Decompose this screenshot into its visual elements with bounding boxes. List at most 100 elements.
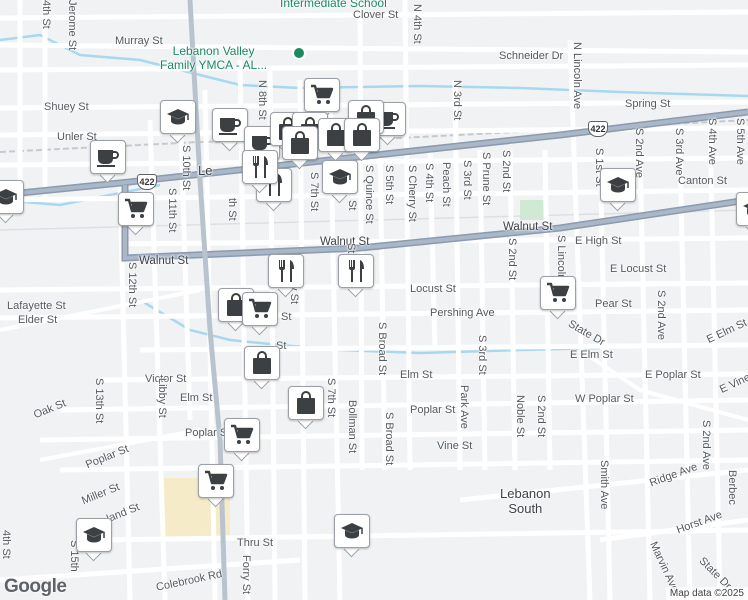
street-label: Park Ave xyxy=(458,385,470,429)
street-label: Elm St xyxy=(400,369,433,381)
shopping-bag-icon xyxy=(251,351,273,375)
shopping-bag-pin[interactable] xyxy=(282,126,318,170)
graduation-cap-pin[interactable] xyxy=(600,168,636,212)
graduation-cap-pin[interactable] xyxy=(76,518,112,562)
street-label: Spring St xyxy=(625,98,671,110)
shopping-cart-icon xyxy=(230,424,254,446)
street-label: Schneider Dr xyxy=(499,50,564,62)
shopping-bag-pin[interactable] xyxy=(244,346,280,390)
street-label: Bollman St xyxy=(346,400,358,454)
shopping-cart-icon xyxy=(248,298,272,320)
restaurant-pin[interactable] xyxy=(268,254,304,298)
graduation-cap-icon xyxy=(606,175,630,195)
street-label: Walnut St xyxy=(139,255,189,267)
shopping-cart-pin[interactable] xyxy=(540,276,576,320)
graduation-cap-icon xyxy=(0,187,18,207)
poi-label-school[interactable]: Intermediate School xyxy=(280,0,387,10)
street-label: St xyxy=(345,243,357,254)
shopping-bag-pin[interactable] xyxy=(288,386,324,430)
street-label: Vine St xyxy=(437,440,473,452)
shopping-cart-pin[interactable] xyxy=(224,418,260,462)
street-label: S 2nd St xyxy=(500,150,512,193)
street-label: Pershing Ave xyxy=(430,307,495,319)
graduation-cap-pin[interactable] xyxy=(0,180,24,224)
place-label: Le xyxy=(198,163,213,178)
street-label: S 5th Ave xyxy=(734,118,746,165)
shopping-bag-pin[interactable] xyxy=(344,118,380,162)
street-label: S 2nd Ave xyxy=(700,420,712,470)
street-label: S 3rd St xyxy=(461,160,473,200)
street-label: S 7th St xyxy=(308,172,320,212)
street-label: Berbec xyxy=(726,470,738,505)
street-label: S 7th St xyxy=(325,378,337,418)
google-logo: Google xyxy=(4,576,67,597)
street-label: Libby St xyxy=(156,378,168,418)
coffee-icon xyxy=(218,114,242,136)
street-label: N Lincoln Ave xyxy=(571,42,583,110)
ymca-marker-icon[interactable] xyxy=(292,46,306,60)
street-label: S 4th St xyxy=(423,163,435,203)
street-label: Noble St xyxy=(514,395,526,438)
map-attribution[interactable]: Map data ©2025 xyxy=(665,587,748,600)
restaurant-icon xyxy=(345,259,367,283)
street-label: Murray St xyxy=(115,35,163,47)
street-label: S 5th St xyxy=(383,165,395,205)
street-label: Thru St xyxy=(237,537,274,549)
graduation-cap-icon xyxy=(82,525,106,545)
street-label: S 3rd Ave xyxy=(673,128,685,176)
shopping-cart-icon xyxy=(204,470,228,492)
street-label: S 11th St xyxy=(166,188,178,233)
street-label: N 4th St xyxy=(411,4,423,44)
shopping-cart-icon xyxy=(124,198,148,220)
coffee-pin[interactable] xyxy=(212,108,248,152)
street-label: N 8th St xyxy=(256,80,268,120)
shopping-cart-pin[interactable] xyxy=(118,192,154,236)
graduation-cap-pin[interactable] xyxy=(160,100,196,144)
street-label: Walnut St xyxy=(503,221,553,233)
restaurant-pin[interactable] xyxy=(338,254,374,298)
street-label: S 4th Ave xyxy=(706,118,718,165)
street-label: Lafayette St xyxy=(7,300,66,312)
street-label: 4th St xyxy=(40,0,52,29)
street-label: S 3rd St xyxy=(476,335,488,375)
shopping-cart-pin[interactable] xyxy=(198,464,234,508)
graduation-cap-icon xyxy=(340,521,364,541)
street-label: Locust St xyxy=(410,283,456,295)
restaurant-icon xyxy=(249,155,271,179)
street-label: th St xyxy=(226,198,238,221)
street-label: N 3rd St xyxy=(451,80,463,121)
street-label: S Prune St xyxy=(480,152,492,206)
shopping-bag-icon xyxy=(295,391,317,415)
coffee-pin[interactable] xyxy=(90,140,126,184)
graduation-cap-icon xyxy=(742,199,748,219)
shopping-bag-icon xyxy=(351,123,373,147)
street-label: S 13th St xyxy=(93,378,105,424)
route-shield-icon: 422 xyxy=(137,174,157,190)
area-label: Lebanon South xyxy=(500,486,551,516)
street-label: S 2nd Ave xyxy=(655,290,667,340)
shopping-cart-icon xyxy=(546,282,570,304)
graduation-cap-pin[interactable] xyxy=(334,514,370,558)
coffee-icon xyxy=(96,146,120,168)
street-label: E Poplar St xyxy=(645,369,701,381)
street-label: 4th St xyxy=(0,530,12,559)
poi-label-ymca[interactable]: Lebanon Valley Family YMCA - AL... xyxy=(160,44,267,72)
street-label: S Cherry St xyxy=(406,165,418,222)
street-label: Poplar St xyxy=(410,404,456,416)
street-label: E Locust St xyxy=(610,263,667,275)
street-label: S 2nd St xyxy=(535,395,547,438)
restaurant-icon xyxy=(275,259,297,283)
street-label: S Quince St xyxy=(363,165,375,224)
shopping-cart-pin[interactable] xyxy=(242,292,278,336)
graduation-cap-icon xyxy=(166,107,190,127)
restaurant-pin[interactable] xyxy=(242,150,278,194)
street-label: Canton St xyxy=(678,175,727,187)
graduation-cap-pin[interactable] xyxy=(736,192,748,236)
shopping-bag-icon xyxy=(289,131,311,155)
graduation-cap-icon xyxy=(328,167,352,187)
street-label: Forry St xyxy=(240,555,252,595)
street-label: S Broad St xyxy=(383,412,395,466)
street-label: Jerome St xyxy=(66,0,78,51)
map-canvas[interactable]: 4th St Jerome St Clover St N 4th St Murr… xyxy=(0,0,748,600)
graduation-cap-pin[interactable] xyxy=(322,160,358,204)
